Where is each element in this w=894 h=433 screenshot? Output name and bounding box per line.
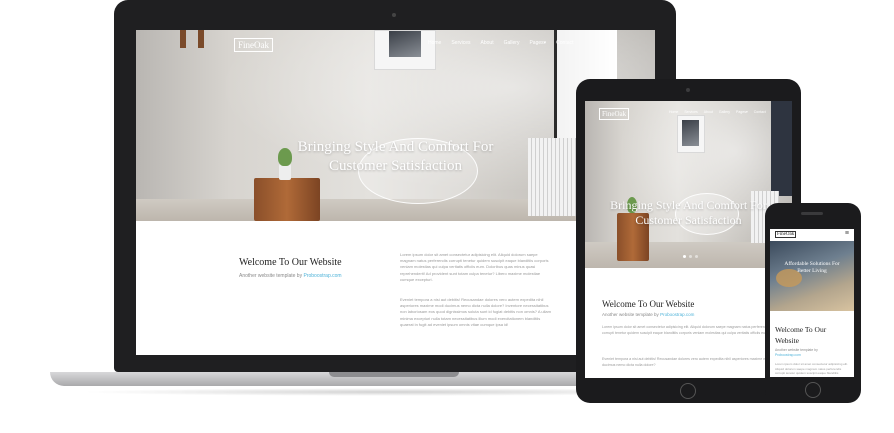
phone-logo[interactable]: FineOak	[775, 231, 797, 238]
laptop-logo[interactable]: FineOak	[234, 38, 273, 52]
nav-item-services[interactable]: Services	[684, 110, 697, 114]
laptop-hero-hook	[180, 30, 186, 48]
nav-item-pages[interactable]: Pages▾	[736, 110, 748, 114]
tablet-home-button[interactable]	[680, 383, 696, 399]
tablet-slider-dots[interactable]	[683, 255, 698, 258]
tablet-screen: FineOak Home Services About Gallery Page…	[585, 101, 792, 378]
tablet-nav: Home Services About Gallery Pages▾ Conta…	[669, 110, 766, 114]
tablet-paragraph-1: Lorem ipsum dolor sit amet consectetur a…	[602, 325, 770, 335]
nav-item-contact[interactable]: Contact	[556, 40, 573, 46]
phone-welcome-subtitle: Another website template by Proboostrap.…	[775, 348, 849, 358]
tablet-welcome-subtitle: Another website template by Proboostrap.…	[602, 312, 695, 317]
phone-paragraph-1: Lorem ipsum dolor sit amet consectetur a…	[775, 362, 848, 377]
proboostrap-link[interactable]: Proboostrap.com	[660, 312, 694, 317]
tablet-hero-title: Bringing Style And Comfort For Customer …	[610, 198, 767, 227]
tablet-welcome-title: Welcome To Our Website	[602, 299, 695, 309]
tablet-hero: FineOak Home Services About Gallery Page…	[585, 101, 792, 268]
laptop-trackpad-notch	[329, 372, 459, 377]
laptop-welcome-title: Welcome To Our Website	[239, 257, 342, 268]
nav-item-about[interactable]: About	[481, 40, 494, 46]
nav-item-about[interactable]: About	[704, 110, 713, 114]
nav-item-gallery[interactable]: Gallery	[504, 40, 520, 46]
phone-hero: Affordable Solutions For Better Living	[770, 241, 854, 311]
laptop-nav: Home Services About Gallery Pages▾ Conta…	[428, 40, 573, 46]
tablet-logo[interactable]: FineOak	[599, 108, 630, 120]
nav-item-contact[interactable]: Contact	[754, 110, 766, 114]
laptop-paragraph-1: Lorem ipsum dolor sit amet consectetur a…	[400, 252, 549, 282]
nav-item-gallery[interactable]: Gallery	[719, 110, 730, 114]
nav-item-services[interactable]: Services	[451, 40, 470, 46]
laptop-hero-wood-stool	[254, 178, 320, 221]
phone-hero-title: Affordable Solutions For Better Living	[784, 261, 840, 274]
laptop-hero-picture-frame	[374, 30, 436, 70]
proboostrap-link[interactable]: Proboostrap.com	[775, 353, 849, 358]
nav-item-home[interactable]: Home	[669, 110, 678, 114]
nav-item-home[interactable]: Home	[428, 40, 441, 46]
phone-welcome-title: Welcome To Our Website	[775, 325, 827, 345]
hamburger-menu-icon[interactable]: ≡	[845, 230, 849, 237]
tablet-paragraph-2: Eveniet tempora a nisi aut debitis! Recu…	[602, 357, 771, 367]
laptop-paragraph-2: Eveniet tempora a nisi aut debitis! Recu…	[400, 297, 551, 327]
phone-home-button[interactable]	[805, 382, 821, 398]
phone-screen: FineOak ≡ Affordable Solutions For Bette…	[770, 229, 854, 377]
nav-item-pages[interactable]: Pages▾	[529, 40, 546, 46]
proboostrap-link[interactable]: Proboostrap.com	[303, 273, 341, 279]
tablet-camera	[686, 88, 690, 92]
tablet-hero-window-dark	[771, 101, 792, 196]
laptop-welcome-subtitle: Another website template by Proboostrap.…	[239, 273, 342, 279]
chevron-down-icon: ▾	[543, 40, 547, 46]
laptop-camera	[392, 13, 396, 17]
laptop-hero-hook	[198, 30, 204, 48]
chevron-down-icon: ▾	[745, 110, 748, 114]
tablet-hero-picture-frame	[677, 115, 705, 153]
phone-speaker	[801, 212, 823, 215]
